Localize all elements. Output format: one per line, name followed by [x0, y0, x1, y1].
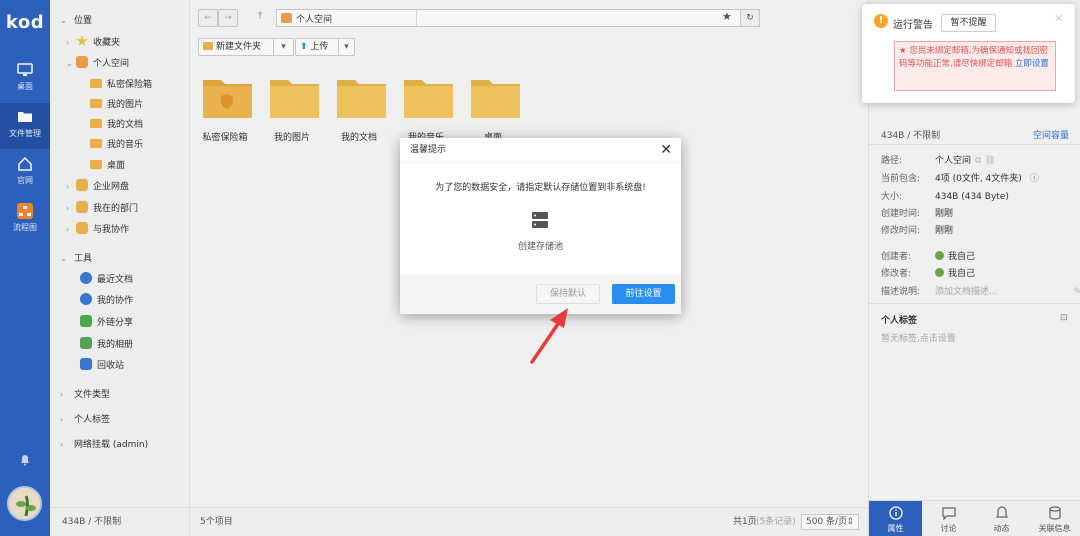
close-icon[interactable]: ✕: [660, 142, 672, 158]
close-icon[interactable]: ✕: [1054, 12, 1063, 25]
dialog-message: 为了您的数据安全，请指定默认存储位置到非系统盘!: [435, 183, 646, 193]
annotation-arrow: [530, 308, 568, 364]
setup-now-link[interactable]: 立即设置: [1015, 59, 1049, 69]
dialog-title: 温馨提示: [410, 145, 447, 155]
warning-icon: !: [874, 14, 888, 28]
toast-title: 运行警告: [893, 20, 933, 31]
warning-toast: ! 运行警告 暂不提醒 ✕ ★ 您尚未绑定邮箱,为确保通知或找回密码等功能正常,…: [862, 4, 1075, 103]
create-storage-pool-label[interactable]: 创建存储池: [400, 239, 681, 252]
dismiss-button[interactable]: 暂不提醒: [941, 14, 996, 32]
storage-server-icon[interactable]: [531, 211, 549, 229]
email-warning-box: ★ 您尚未绑定邮箱,为确保通知或找回密码等功能正常,请尽快绑定邮箱 立即设置: [894, 41, 1056, 91]
go-settings-button[interactable]: 前往设置: [612, 284, 675, 304]
warning-dialog: 温馨提示 ✕ 为了您的数据安全，请指定默认存储位置到非系统盘! 创建存储池 保持…: [400, 138, 681, 314]
